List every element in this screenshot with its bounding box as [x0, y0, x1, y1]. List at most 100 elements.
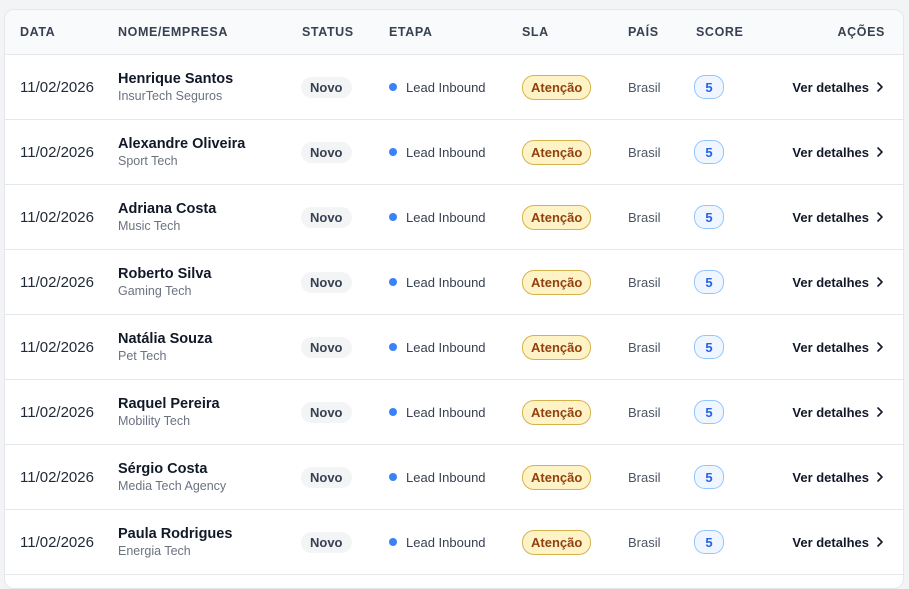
row-person: Henrique Santos InsurTech Seguros: [118, 70, 302, 104]
row-company: Energia Tech: [118, 544, 191, 558]
row-person: Adriana Costa Music Tech: [118, 200, 302, 234]
ver-detalhes-label: Ver detalhes: [792, 209, 869, 225]
row-score-cell: 5: [694, 270, 776, 294]
header-status[interactable]: STATUS: [302, 25, 389, 39]
row-pais: Brasil: [628, 534, 661, 550]
row-name: Alexandre Oliveira: [118, 136, 246, 152]
row-sla-cell: Atenção: [522, 74, 628, 100]
chevron-right-icon: [877, 342, 883, 352]
row-name: Henrique Santos: [118, 71, 234, 87]
row-sla-cell: Atenção: [522, 529, 628, 555]
etapa-label: Lead Inbound: [406, 209, 486, 225]
row-status-cell: Novo: [301, 206, 389, 228]
status-badge: Novo: [301, 271, 352, 293]
table-row[interactable]: 11/02/2026 Adriana Costa Music Tech Novo…: [5, 185, 903, 250]
row-etapa-cell: Lead Inbound: [389, 340, 522, 355]
row-person: Raquel Pereira Mobility Tech: [118, 395, 302, 429]
status-badge: Novo: [301, 401, 352, 423]
ver-detalhes-label: Ver detalhes: [792, 79, 869, 95]
header-score[interactable]: SCORE: [696, 25, 776, 39]
score-badge: 5: [694, 205, 724, 229]
row-actions: Ver detalhes: [776, 340, 901, 355]
row-pais: Brasil: [628, 144, 661, 160]
table-row[interactable]: 11/02/2026 Raquel Pereira Mobility Tech …: [5, 380, 903, 445]
row-date: 11/02/2026: [20, 208, 94, 226]
table-body: 11/02/2026 Henrique Santos InsurTech Seg…: [5, 55, 903, 575]
row-score-cell: 5: [694, 400, 776, 424]
score-badge: 5: [694, 530, 724, 554]
etapa-dot-icon: [389, 473, 397, 481]
etapa-dot-icon: [389, 213, 397, 221]
ver-detalhes-label: Ver detalhes: [792, 469, 869, 485]
table-row[interactable]: 11/02/2026 Sérgio Costa Media Tech Agenc…: [5, 445, 903, 510]
table-row[interactable]: 11/02/2026 Alexandre Oliveira Sport Tech…: [5, 120, 903, 185]
chevron-right-icon: [877, 212, 883, 222]
etapa-label: Lead Inbound: [406, 339, 486, 355]
ver-detalhes-button[interactable]: Ver detalhes: [792, 145, 885, 160]
row-company: Media Tech Agency: [118, 479, 227, 493]
sla-badge: Atenção: [522, 204, 592, 230]
score-badge: 5: [694, 140, 724, 164]
chevron-right-icon: [877, 407, 883, 417]
row-status-cell: Novo: [301, 401, 389, 423]
etapa-dot-icon: [389, 538, 397, 546]
header-data[interactable]: DATA: [5, 25, 118, 39]
row-etapa-cell: Lead Inbound: [389, 80, 522, 95]
row-status-cell: Novo: [301, 76, 389, 98]
ver-detalhes-button[interactable]: Ver detalhes: [792, 275, 885, 290]
row-etapa-cell: Lead Inbound: [389, 275, 522, 290]
row-status-cell: Novo: [301, 466, 389, 488]
row-name: Sérgio Costa: [118, 461, 208, 477]
sla-badge: Atenção: [522, 334, 592, 360]
sla-badge: Atenção: [522, 464, 592, 490]
ver-detalhes-button[interactable]: Ver detalhes: [792, 210, 885, 225]
row-name: Adriana Costa: [118, 201, 217, 217]
row-name: Roberto Silva: [118, 266, 212, 282]
sla-badge: Atenção: [522, 74, 592, 100]
ver-detalhes-label: Ver detalhes: [792, 144, 869, 160]
row-pais: Brasil: [628, 404, 661, 420]
row-person: Paula Rodrigues Energia Tech: [118, 525, 302, 559]
etapa-label: Lead Inbound: [406, 534, 486, 550]
header-nome-empresa[interactable]: NOME/EMPRESA: [118, 25, 302, 39]
etapa-label: Lead Inbound: [406, 144, 486, 160]
row-actions: Ver detalhes: [776, 80, 901, 95]
header-etapa[interactable]: ETAPA: [389, 25, 522, 39]
row-sla-cell: Atenção: [522, 204, 628, 230]
header-pais[interactable]: PAÍS: [628, 25, 696, 39]
chevron-right-icon: [877, 82, 883, 92]
ver-detalhes-button[interactable]: Ver detalhes: [792, 340, 885, 355]
row-pais: Brasil: [628, 79, 661, 95]
row-name: Raquel Pereira: [118, 396, 220, 412]
score-badge: 5: [694, 270, 724, 294]
chevron-right-icon: [877, 277, 883, 287]
header-sla[interactable]: SLA: [522, 25, 628, 39]
row-pais: Brasil: [628, 209, 661, 225]
row-date: 11/02/2026: [20, 533, 94, 551]
table-row[interactable]: 11/02/2026 Natália Souza Pet Tech Novo L…: [5, 315, 903, 380]
ver-detalhes-button[interactable]: Ver detalhes: [792, 470, 885, 485]
row-actions: Ver detalhes: [776, 210, 901, 225]
row-actions: Ver detalhes: [776, 470, 901, 485]
row-pais: Brasil: [628, 339, 661, 355]
leads-table-card: DATA NOME/EMPRESA STATUS ETAPA SLA PAÍS …: [4, 9, 904, 589]
ver-detalhes-button[interactable]: Ver detalhes: [792, 535, 885, 550]
row-sla-cell: Atenção: [522, 269, 628, 295]
etapa-label: Lead Inbound: [406, 404, 486, 420]
score-badge: 5: [694, 400, 724, 424]
ver-detalhes-button[interactable]: Ver detalhes: [792, 80, 885, 95]
row-name: Natália Souza: [118, 331, 213, 347]
row-score-cell: 5: [694, 465, 776, 489]
row-etapa-cell: Lead Inbound: [389, 470, 522, 485]
row-status-cell: Novo: [301, 141, 389, 163]
table-row[interactable]: 11/02/2026 Paula Rodrigues Energia Tech …: [5, 510, 903, 575]
ver-detalhes-button[interactable]: Ver detalhes: [792, 405, 885, 420]
etapa-label: Lead Inbound: [406, 79, 486, 95]
row-company: Music Tech: [118, 219, 181, 233]
table-row[interactable]: 11/02/2026 Henrique Santos InsurTech Seg…: [5, 55, 903, 120]
row-person: Sérgio Costa Media Tech Agency: [118, 460, 302, 494]
table-row[interactable]: 11/02/2026 Roberto Silva Gaming Tech Nov…: [5, 250, 903, 315]
row-company: Sport Tech: [118, 154, 178, 168]
ver-detalhes-label: Ver detalhes: [792, 404, 869, 420]
row-actions: Ver detalhes: [776, 405, 901, 420]
